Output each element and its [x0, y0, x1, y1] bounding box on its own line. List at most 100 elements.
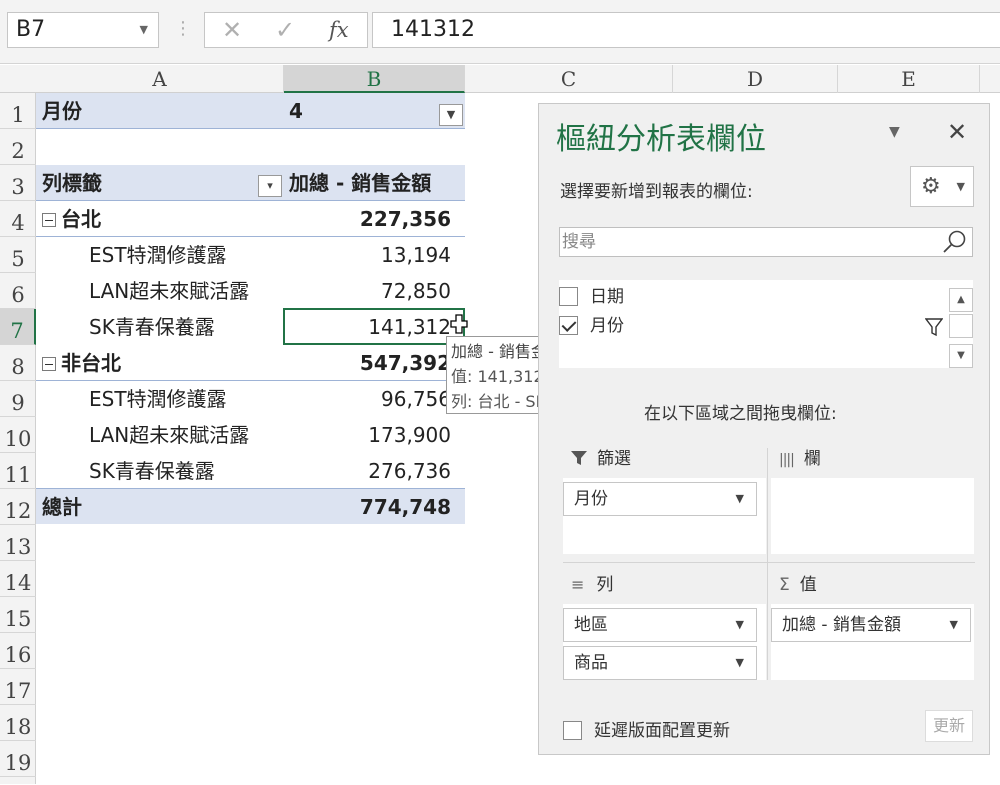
row-header[interactable]: 18 [0, 705, 36, 741]
collapse-icon[interactable] [42, 213, 56, 227]
item-value[interactable]: 72,850 [283, 273, 465, 309]
chevron-down-icon[interactable]: ▼ [736, 647, 744, 679]
filter-icon[interactable]: ▼ [439, 104, 463, 126]
field-item-date[interactable]: 日期 [559, 283, 624, 311]
row-labels-filter-icon[interactable]: ▾ [258, 175, 282, 197]
row-header[interactable]: 5 [0, 237, 36, 273]
scroll-thumb[interactable] [949, 314, 973, 338]
filters-zone[interactable]: 篩選 月份 ▼ [563, 444, 766, 556]
rows-zone[interactable]: ≡ 列 地區 ▼ 商品 ▼ [563, 570, 766, 682]
row-header[interactable]: 17 [0, 669, 36, 705]
filter-label[interactable]: 月份 [36, 93, 283, 129]
item-value[interactable]: 13,194 [283, 237, 465, 273]
row-field-chip[interactable]: 商品 ▼ [563, 646, 757, 680]
grand-total-label[interactable]: 總計 [36, 489, 283, 525]
item-value[interactable]: 276,736 [283, 453, 465, 489]
chevron-down-icon[interactable]: ▼ [140, 13, 148, 47]
group-total[interactable]: 547,392 [283, 345, 465, 381]
cancel-icon[interactable]: ✕ [222, 13, 242, 47]
field-search-input[interactable]: 搜尋 [559, 227, 973, 257]
chevron-down-icon[interactable]: ▼ [736, 609, 744, 641]
values-zone[interactable]: Σ值 加總 - 銷售金額 ▼ [771, 570, 974, 682]
row-labels-header[interactable]: 列標籤 [36, 165, 283, 201]
defer-update-option[interactable]: 延遲版面配置更新 [563, 716, 730, 741]
formula-bar: B7 ▼ ⋮ ✕ ✓ fx 141312 [0, 0, 1000, 64]
formula-buttons: ✕ ✓ fx [204, 12, 368, 48]
formula-input[interactable]: 141312 [372, 12, 1000, 48]
enter-icon[interactable]: ✓ [275, 13, 295, 47]
column-header-c[interactable]: C [465, 65, 673, 93]
group-label[interactable]: 非台北 [36, 345, 283, 381]
row-header[interactable]: 12 [0, 489, 36, 525]
drag-fields-label: 在以下區域之間拖曳欄位: [644, 404, 837, 424]
search-placeholder: 搜尋 [562, 232, 596, 252]
name-box[interactable]: B7 ▼ [7, 12, 159, 48]
drag-handle-icon[interactable]: ⋮ [174, 18, 192, 39]
filter-field-chip[interactable]: 月份 ▼ [563, 482, 757, 516]
close-icon[interactable]: ✕ [947, 118, 967, 146]
value-header[interactable]: 加總 - 銷售金額 [283, 165, 465, 201]
columns-icon: |||| [779, 452, 795, 468]
item-label[interactable]: EST特潤修護露 [36, 237, 283, 273]
item-value[interactable]: 96,756 [283, 381, 465, 417]
gear-icon: ⚙ [921, 174, 941, 199]
group-label[interactable]: 台北 [36, 201, 283, 237]
item-label[interactable]: SK青春保養露 [36, 453, 283, 489]
row-header[interactable]: 1 [0, 93, 36, 129]
active-cell-border [283, 308, 465, 345]
row-header[interactable]: 8 [0, 345, 36, 381]
filter-funnel-icon[interactable] [925, 317, 943, 337]
name-box-value: B7 [16, 17, 46, 42]
chevron-down-icon[interactable]: ▼ [950, 609, 958, 641]
row-header[interactable]: 16 [0, 633, 36, 669]
columns-zone[interactable]: |||| 欄 [771, 444, 974, 556]
insert-function-icon[interactable]: fx [329, 13, 349, 47]
row-header[interactable]: 14 [0, 561, 36, 597]
tools-button[interactable]: ⚙ ▼ [910, 166, 974, 207]
item-value[interactable]: 173,900 [283, 417, 465, 453]
row-header[interactable]: 11 [0, 453, 36, 489]
item-label[interactable]: SK青春保養露 [36, 309, 283, 345]
field-list-scrollbar[interactable]: ▲ ▼ [949, 284, 973, 368]
row-header[interactable]: 3 [0, 165, 36, 201]
field-checkbox-checked[interactable] [559, 316, 578, 335]
pane-options-chevron-icon[interactable]: ▼ [889, 124, 900, 140]
defer-update-checkbox[interactable] [563, 721, 582, 740]
scroll-down-icon[interactable]: ▼ [949, 344, 973, 368]
column-header-a[interactable]: A [36, 65, 284, 93]
column-headers: A B C D E [0, 65, 1000, 93]
row-header[interactable]: 10 [0, 417, 36, 453]
rows-zone-body[interactable]: 地區 ▼ 商品 ▼ [563, 604, 766, 680]
filters-zone-body[interactable]: 月份 ▼ [563, 478, 766, 554]
collapse-icon[interactable] [42, 357, 56, 371]
columns-zone-body[interactable] [771, 478, 974, 554]
value-field-chip[interactable]: 加總 - 銷售金額 ▼ [771, 608, 971, 642]
row-header[interactable]: 6 [0, 273, 36, 309]
row-header[interactable]: 9 [0, 381, 36, 417]
field-list: 日期 月份 ▲ ▼ [559, 280, 973, 368]
item-label[interactable]: LAN超未來賦活露 [36, 273, 283, 309]
row-header[interactable]: 2 [0, 129, 36, 165]
row-field-chip[interactable]: 地區 ▼ [563, 608, 757, 642]
filter-value[interactable]: 4 [283, 93, 433, 129]
column-header-d[interactable]: D [673, 65, 838, 93]
row-header[interactable]: 19 [0, 741, 36, 777]
field-checkbox[interactable] [559, 287, 578, 306]
search-icon[interactable] [942, 229, 968, 255]
item-label[interactable]: LAN超未來賦活露 [36, 417, 283, 453]
row-header-selected[interactable]: 7 [0, 309, 36, 345]
column-header-b[interactable]: B [284, 65, 465, 93]
field-item-month[interactable]: 月份 [559, 312, 624, 340]
item-label[interactable]: EST特潤修護露 [36, 381, 283, 417]
row-header[interactable]: 4 [0, 201, 36, 237]
pane-title: 樞紐分析表欄位 [556, 122, 766, 157]
update-button[interactable]: 更新 [925, 710, 973, 742]
values-zone-body[interactable]: 加總 - 銷售金額 ▼ [771, 604, 974, 680]
scroll-up-icon[interactable]: ▲ [949, 288, 973, 312]
row-header[interactable]: 15 [0, 597, 36, 633]
column-header-e[interactable]: E [838, 65, 980, 93]
group-total[interactable]: 227,356 [283, 201, 465, 237]
row-header[interactable]: 13 [0, 525, 36, 561]
chevron-down-icon[interactable]: ▼ [736, 483, 744, 515]
grand-total-value[interactable]: 774,748 [283, 489, 465, 525]
